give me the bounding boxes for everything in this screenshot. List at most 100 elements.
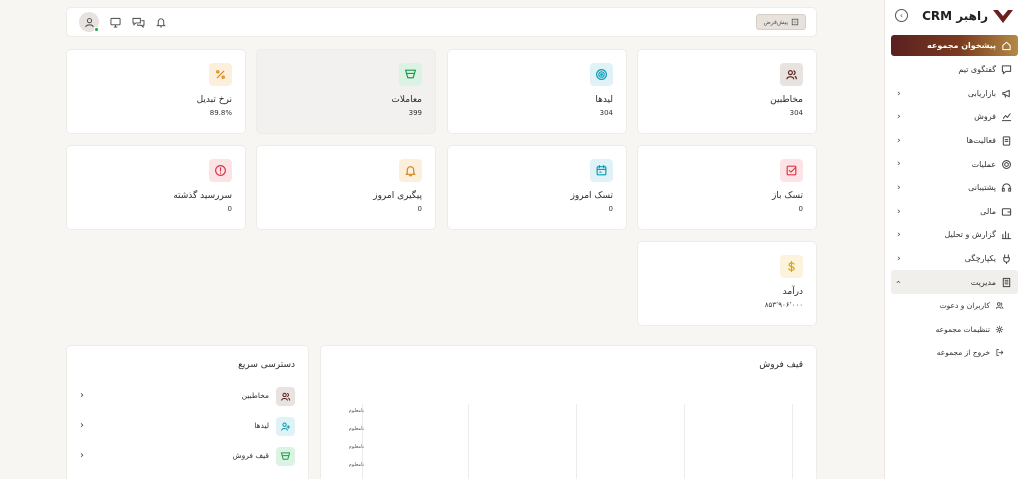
stat-card-6[interactable]: پیگیری امروز 0 [257, 146, 435, 229]
sidebar-collapse-icon[interactable]: › [895, 9, 908, 22]
user-plus-icon [276, 417, 295, 436]
calendar-icon [590, 159, 613, 182]
sidebar-item-label: بازاریابی [967, 88, 996, 98]
sidebar-item-7[interactable]: مالی ‹ [891, 200, 1018, 224]
funnel-icon [276, 447, 295, 466]
stat-card-value: 0 [227, 205, 232, 213]
organization-button-label: پیش‌فرض [763, 18, 788, 26]
quick-access-item-1[interactable]: لیدها ‹ [80, 417, 295, 437]
stat-card-3[interactable]: نرخ تبدیل 89.8% [67, 50, 245, 133]
brand-name: راهبر CRM [922, 9, 988, 23]
quick-access-item-0[interactable]: مخاطبین ‹ [80, 387, 295, 407]
sidebar-item-6[interactable]: پشتیبانی ‹ [891, 176, 1018, 200]
sales-funnel-title: قیف فروش [759, 360, 803, 370]
quick-access-title: دسترسی سریع [238, 360, 295, 370]
avatar[interactable] [79, 12, 99, 32]
stat-card-value: ۸۵۳٬۹۰۶٬۰۰۰ [764, 301, 803, 309]
bar-chart-icon [1001, 229, 1012, 240]
sidebar-item-label: فروش [974, 112, 996, 122]
stat-card-1[interactable]: لیدها 304 [448, 50, 626, 133]
stat-card-value: 0 [417, 205, 422, 213]
sidebar-item-label: گفتگوی تیم [958, 65, 996, 75]
funnel-stage-label: نامعلوم [348, 408, 364, 414]
chevron-left-icon: ‹ [80, 390, 84, 401]
clipboard-icon [1001, 135, 1012, 146]
sidebar-item-label: مدیریت [970, 277, 996, 287]
sidebar-item-0[interactable]: پیشخوان مجموعه [891, 35, 1018, 56]
chevron-left-icon: ‹ [897, 159, 901, 170]
chart-up-icon [1001, 111, 1012, 122]
stat-card-title: پیگیری امروز [373, 191, 422, 201]
sidebar-item-8[interactable]: گزارش و تحلیل ‹ [891, 223, 1018, 247]
stat-card-value: 399 [408, 109, 422, 117]
funnel-stage-label: نامعلوم [348, 426, 364, 432]
alert-circle-icon [209, 159, 232, 182]
quick-access-label: لیدها [254, 421, 269, 430]
sidebar-item-label: پشتیبانی [968, 183, 996, 193]
monitor-icon[interactable] [108, 15, 122, 29]
sidebar-item-4[interactable]: فعالیت‌ها ‹ [891, 129, 1018, 153]
stat-card-title: لیدها [595, 95, 613, 105]
building-icon [1001, 277, 1012, 288]
stat-card-7[interactable]: سررسید گذشته 0 [67, 146, 245, 229]
sidebar-item-3[interactable]: فروش ‹ [891, 105, 1018, 129]
bell-icon [399, 159, 422, 182]
messages-icon[interactable] [131, 15, 145, 29]
stat-card-5[interactable]: تسک امروز 0 [448, 146, 626, 229]
stat-card-title: تسک امروز [570, 191, 613, 201]
sidebar-item-label: یکپارچگی [964, 254, 996, 264]
stat-card-4[interactable]: تسک باز 0 [638, 146, 816, 229]
chevron-left-icon: ‹ [897, 182, 901, 193]
organization-button[interactable]: پیش‌فرض [756, 14, 806, 30]
sidebar-item-label: فعالیت‌ها [966, 136, 996, 146]
notification-bell-icon[interactable] [154, 15, 168, 29]
quick-access-label: مخاطبین [241, 391, 269, 400]
sales-funnel-panel: قیف فروش نامعلوم نامعلوم نامعلوم نامعلوم [321, 346, 816, 479]
stat-card-0[interactable]: مخاطبین 304 [638, 50, 816, 133]
quick-access-item-2[interactable]: قیف فروش ‹ [80, 447, 295, 467]
contacts-icon [780, 63, 803, 86]
stat-card-value: 304 [789, 109, 803, 117]
user-icon [84, 17, 94, 27]
headset-icon [1001, 182, 1012, 193]
sidebar-item-label: تنظیمات مجموعه [935, 324, 990, 334]
stat-card-title: سررسید گذشته [173, 191, 232, 201]
topbar: پیش‌فرض [67, 8, 816, 36]
settings-icon [995, 325, 1004, 334]
sidebar-item-9[interactable]: یکپارچگی ‹ [891, 247, 1018, 271]
stat-card-2[interactable]: معاملات 399 [257, 50, 435, 133]
brand[interactable]: راهبر CRM › [895, 6, 1014, 26]
sidebar: راهبر CRM › پیشخوان مجموعه گفتگوی تیم بازا… [884, 0, 1024, 479]
chat-icon [1001, 64, 1012, 75]
chevron-left-icon: ‹ [897, 206, 901, 217]
stat-card-value: 0 [608, 205, 613, 213]
chevron-left-icon: ‹ [897, 112, 901, 123]
stat-card-value: 304 [599, 109, 613, 117]
sidebar-item-5[interactable]: عملیات ‹ [891, 152, 1018, 176]
sidebar-item-label: کاربران و دعوت [939, 301, 990, 311]
chevron-left-icon: ‹ [897, 230, 901, 241]
plug-icon [1001, 253, 1012, 265]
building-icon [791, 18, 799, 26]
sidebar-item-12[interactable]: تنظیمات مجموعه [891, 318, 1018, 342]
sidebar-item-label: عملیات [971, 159, 996, 169]
sidebar-item-label: مالی [980, 206, 996, 216]
chevron-left-icon: ‹ [897, 253, 901, 264]
stat-card-8[interactable]: درآمد ۸۵۳٬۹۰۶٬۰۰۰ [638, 242, 816, 325]
sidebar-item-10[interactable]: مدیریت ‹ [891, 270, 1018, 294]
stat-card-title: مخاطبین [770, 95, 803, 105]
stat-card-title: درآمد [782, 287, 803, 297]
sidebar-item-1[interactable]: گفتگوی تیم [891, 58, 1018, 82]
sidebar-item-13[interactable]: خروج از مجموعه [891, 341, 1018, 365]
chevron-left-icon: ‹ [897, 135, 901, 146]
target-icon [590, 63, 613, 86]
sidebar-item-label: گزارش و تحلیل [944, 230, 996, 240]
funnel-gridline [684, 404, 685, 479]
sidebar-item-label: پیشخوان مجموعه [927, 41, 996, 50]
online-status-dot [94, 27, 99, 32]
logout-icon [995, 348, 1004, 357]
sidebar-item-11[interactable]: کاربران و دعوت [891, 294, 1018, 318]
megaphone-icon [1001, 88, 1012, 99]
funnel-gridline [576, 404, 577, 479]
sidebar-item-2[interactable]: بازاریابی ‹ [891, 82, 1018, 106]
